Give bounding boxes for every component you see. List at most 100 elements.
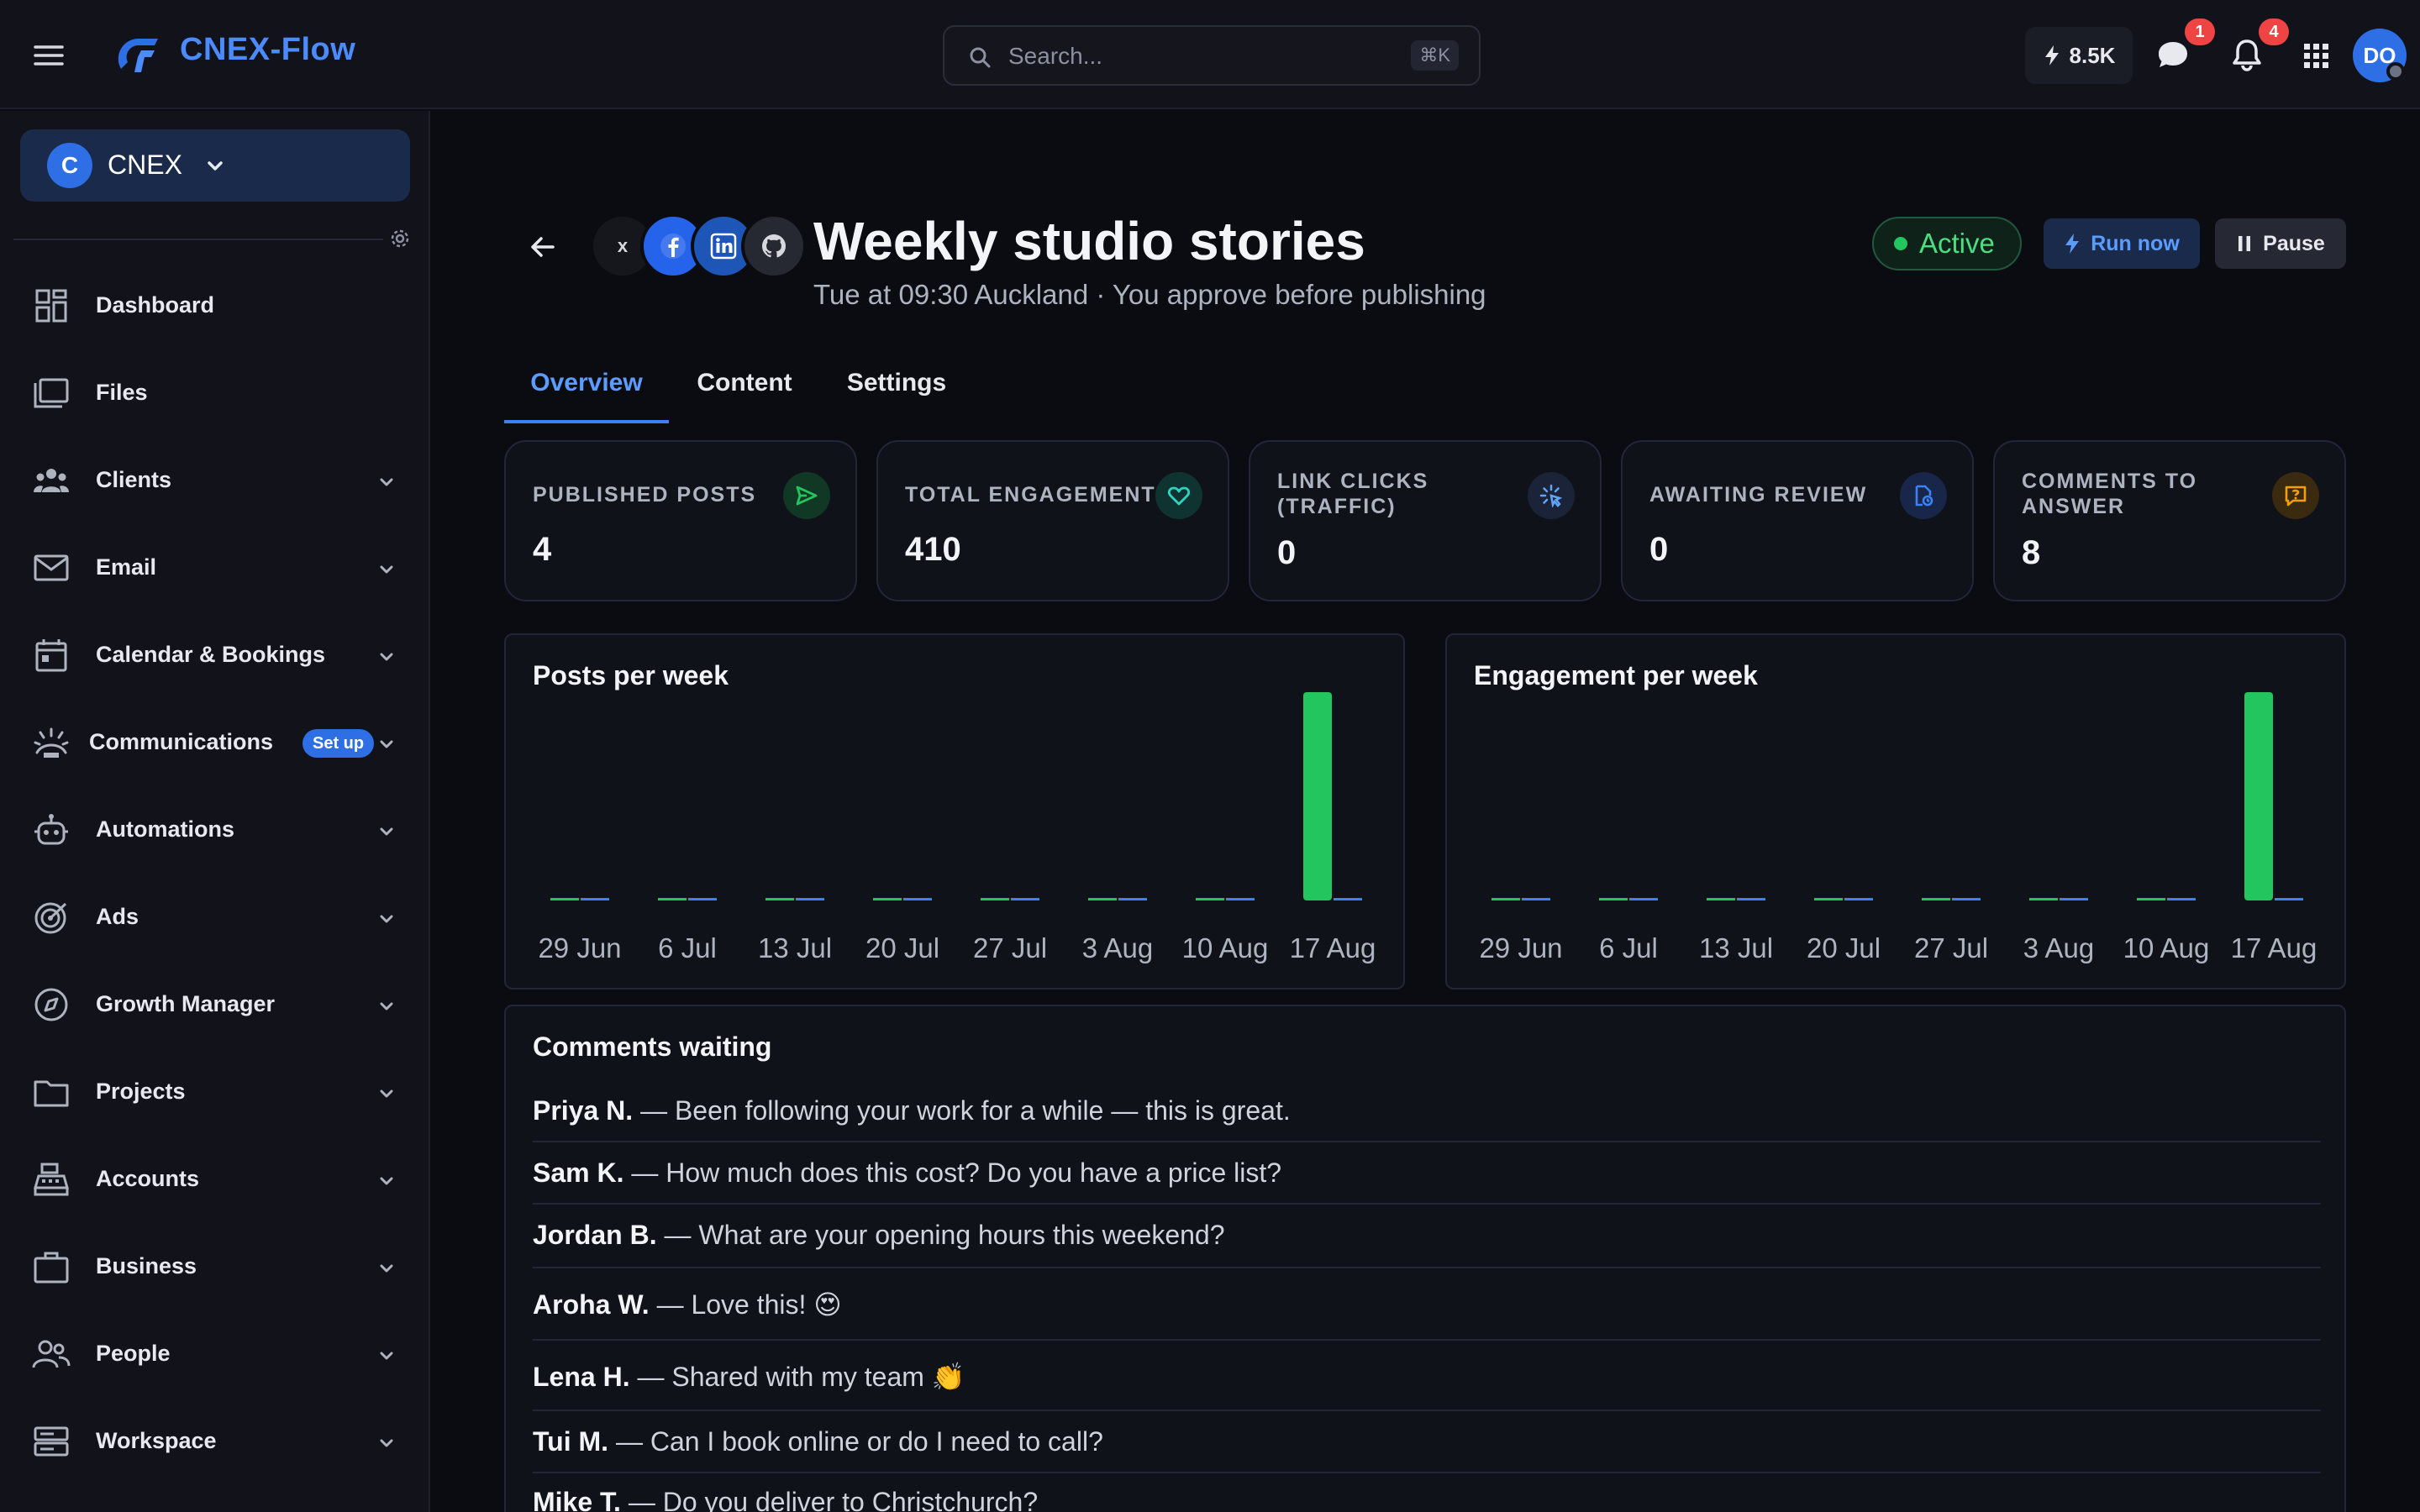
comment-item[interactable]: Tui M. — Can I book online or do I need … bbox=[533, 1426, 2321, 1457]
chart-bar bbox=[1491, 898, 1520, 900]
x-tick-label: 3 Aug bbox=[1082, 932, 1153, 963]
comment-author: Aroha W. bbox=[533, 1289, 650, 1320]
x-tick-label: 20 Jul bbox=[865, 932, 939, 963]
chart-bar bbox=[1334, 898, 1362, 900]
search-box[interactable]: ⌘K bbox=[943, 25, 1481, 86]
divider bbox=[533, 1339, 2321, 1341]
stat-label: Link clicks (traffic) bbox=[1277, 470, 1429, 518]
sidebar-item-projects[interactable]: Projects bbox=[0, 1048, 430, 1136]
page-title: Weekly studio stories bbox=[813, 211, 1365, 271]
comment-item[interactable]: Jordan B. — What are your opening hours … bbox=[533, 1220, 2321, 1251]
chevron-down-icon bbox=[375, 470, 398, 494]
divider bbox=[533, 1410, 2321, 1411]
page-subtitle: Tue at 09:30 Auckland · You approve befo… bbox=[813, 279, 1486, 310]
comment-text: Do you deliver to Christchurch? bbox=[662, 1487, 1039, 1512]
engagement-per-week-chart: 29 Jun 6 Jul 13 Jul 20 Jul 27 Jul 3 Aug 10 Aug… bbox=[1479, 692, 2317, 963]
tab-settings[interactable]: Settings bbox=[825, 360, 968, 423]
bell-icon[interactable] bbox=[2228, 37, 2265, 74]
gear-icon[interactable] bbox=[388, 227, 412, 250]
pause-button[interactable]: Pause bbox=[2215, 218, 2346, 269]
compass-icon bbox=[32, 986, 71, 1023]
credits-count: 8.5K bbox=[2069, 42, 2116, 68]
x-tick-label: 27 Jul bbox=[973, 932, 1047, 963]
stat-value: 0 bbox=[1277, 534, 1297, 571]
pause-label: Pause bbox=[2263, 231, 2325, 255]
app-name[interactable]: CNEX-Flow bbox=[180, 32, 355, 68]
tab-overview[interactable]: Overview bbox=[504, 360, 669, 423]
comments-waiting-card: Comments waiting Priya N. — Been followi… bbox=[504, 1005, 2346, 1512]
chart-bar bbox=[981, 898, 1009, 900]
bolt-icon bbox=[2065, 234, 2080, 254]
chart-bar bbox=[1737, 898, 1765, 900]
chart-bar bbox=[1814, 898, 1843, 900]
stat-label: Awaiting review bbox=[1649, 483, 1868, 507]
search-icon bbox=[968, 45, 992, 69]
chart-bar bbox=[1118, 898, 1147, 900]
chevron-down-icon bbox=[375, 732, 398, 756]
chart-bar bbox=[1922, 898, 1950, 900]
chevron-down-icon bbox=[375, 1082, 398, 1105]
sidebar-item-accounts[interactable]: Accounts bbox=[0, 1136, 430, 1223]
sidebar-item-ads[interactable]: Ads bbox=[0, 874, 430, 961]
credits-button[interactable]: 8.5K bbox=[2025, 27, 2133, 84]
comment-item[interactable]: Sam K. — How much does this cost? Do you… bbox=[533, 1158, 2321, 1189]
comment-item[interactable]: Priya N. — Been following your work for … bbox=[533, 1095, 2321, 1126]
email-icon bbox=[32, 549, 71, 586]
x-tick-label: 17 Aug bbox=[2231, 932, 2317, 963]
dashboard-icon bbox=[32, 287, 71, 324]
click-icon bbox=[1528, 472, 1575, 519]
clients-icon bbox=[32, 462, 71, 499]
comment-item[interactable]: Aroha W. — Love this! 😍 bbox=[533, 1289, 2321, 1320]
sidebar-item-growth-manager[interactable]: Growth Manager bbox=[0, 961, 430, 1048]
stat-label: Comments to answer bbox=[2022, 470, 2198, 518]
comment-text: Can I book online or do I need to call? bbox=[650, 1426, 1103, 1457]
sidebar-item-dashboard[interactable]: Dashboard bbox=[0, 262, 430, 349]
comment-item[interactable]: Lena H. — Shared with my team 👏 bbox=[533, 1361, 2321, 1393]
sidebar: C CNEX Dashboard Files Clients Email Cal… bbox=[0, 111, 430, 1512]
run-now-button[interactable]: Run now bbox=[2044, 218, 2200, 269]
comment-text: How much does this cost? Do you have a p… bbox=[666, 1158, 1282, 1188]
comment-text: Shared with my team 👏 bbox=[671, 1362, 965, 1392]
review-doc-icon bbox=[1900, 472, 1947, 519]
comment-item[interactable]: Mike T. — Do you deliver to Christchurch… bbox=[533, 1487, 2321, 1512]
messages-icon[interactable] bbox=[2154, 37, 2191, 74]
sidebar-item-clients[interactable]: Clients bbox=[0, 437, 430, 524]
sidebar-item-people[interactable]: People bbox=[0, 1310, 430, 1398]
chevron-down-icon bbox=[375, 1169, 398, 1193]
sidebar-item-label: Clients bbox=[96, 467, 172, 492]
sidebar-item-email[interactable]: Email bbox=[0, 524, 430, 612]
chart-bar bbox=[2137, 898, 2165, 900]
tab-content[interactable]: Content bbox=[686, 360, 803, 423]
search-input[interactable] bbox=[1008, 39, 1361, 74]
sidebar-item-label: Growth Manager bbox=[96, 991, 276, 1016]
heart-icon bbox=[1155, 472, 1202, 519]
x-tick-label: 6 Jul bbox=[658, 932, 717, 963]
sidebar-item-business[interactable]: Business bbox=[0, 1223, 430, 1310]
apps-grid-icon[interactable] bbox=[2297, 37, 2334, 74]
status-label: Active bbox=[1919, 228, 1995, 259]
sidebar-item-label: Files bbox=[96, 380, 148, 405]
x-tick-label: 27 Jul bbox=[1914, 932, 1988, 963]
setup-badge[interactable]: Set up bbox=[302, 729, 375, 758]
presence-indicator bbox=[2386, 62, 2405, 81]
sidebar-item-automations[interactable]: Automations bbox=[0, 786, 430, 874]
chart-bar bbox=[1707, 898, 1735, 900]
posts-per-week-card: Posts per week 29 Jun 6 Jul 13 Jul 20 Jul 27… bbox=[504, 633, 1405, 990]
sidebar-item-calendar[interactable]: Calendar & Bookings bbox=[0, 612, 430, 699]
org-switcher[interactable]: C CNEX bbox=[20, 129, 410, 202]
comment-text: What are your opening hours this weekend… bbox=[698, 1220, 1225, 1250]
comment-text: Love this! 😍 bbox=[691, 1289, 842, 1320]
chevron-down-icon bbox=[375, 1257, 398, 1280]
sidebar-item-communications[interactable]: Communications Set up bbox=[0, 699, 430, 786]
divider bbox=[533, 1203, 2321, 1205]
divider bbox=[533, 1141, 2321, 1142]
sidebar-item-workspace[interactable]: Workspace bbox=[0, 1398, 430, 1485]
sidebar-item-files[interactable]: Files bbox=[0, 349, 430, 437]
chart-bar bbox=[1522, 898, 1550, 900]
chevron-down-icon bbox=[375, 995, 398, 1018]
back-arrow-icon[interactable] bbox=[524, 228, 561, 265]
menu-icon[interactable] bbox=[32, 39, 66, 72]
comment-question-icon bbox=[2272, 472, 2319, 519]
status-badge: Active bbox=[1872, 217, 2022, 270]
sidebar-item-label: Ads bbox=[96, 904, 139, 929]
